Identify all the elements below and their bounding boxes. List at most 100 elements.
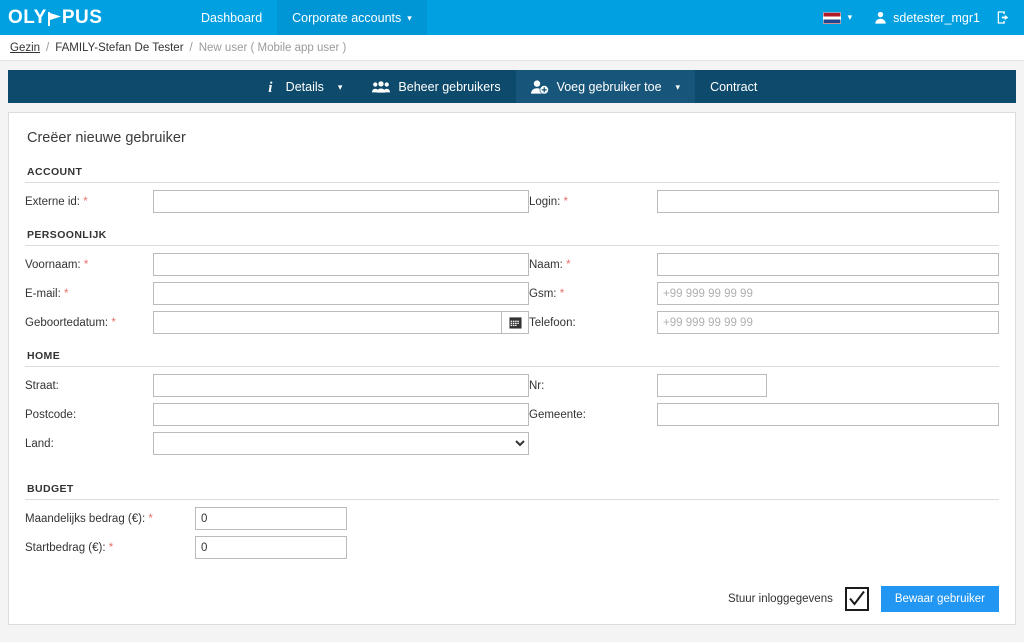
user-icon [874, 11, 887, 24]
field-group-gsm: Gsm: * [529, 282, 999, 305]
breadcrumb-separator: / [189, 41, 193, 54]
form-row-home-1: Straat: Nr: [25, 374, 999, 397]
field-group-email: E-mail: * [25, 282, 529, 305]
gsm-input[interactable] [657, 282, 999, 305]
brand-logo[interactable]: OLY PUS [0, 0, 186, 35]
field-group-maandelijks-bedrag: Maandelijks bedrag (€): * [25, 507, 529, 530]
subnav-item-voeg-gebruiker-toe-label: Voeg gebruiker toe [556, 79, 662, 94]
required-asterisk: * [83, 258, 89, 271]
field-group-externe-id: Externe id: * [25, 190, 529, 213]
chevron-down-icon: ▾ [675, 82, 681, 92]
label-land: Land: [25, 437, 54, 450]
form-row-home-3: Land: [25, 432, 999, 455]
field-group-login: Login: * [529, 190, 999, 213]
maandelijks-bedrag-stepper[interactable] [195, 507, 347, 530]
straat-input[interactable] [153, 374, 529, 397]
subnav-item-voeg-gebruiker-toe[interactable]: Voeg gebruiker toe ▾ [515, 70, 696, 103]
logout-icon [997, 11, 1009, 24]
subnav-item-contract-label: Contract [710, 79, 758, 94]
label-postcode: Postcode: [25, 408, 77, 421]
gemeente-input[interactable] [657, 403, 999, 426]
section-divider [25, 499, 999, 500]
top-nav-dashboard-label: Dashboard [201, 10, 263, 25]
brand-logo-text-left: OLY [8, 6, 47, 28]
users-icon [372, 80, 391, 94]
form-row-budget-1: Maandelijks bedrag (€): * [25, 507, 999, 530]
field-group-naam: Naam: * [529, 253, 999, 276]
breadcrumb: Gezin / FAMILY-Stefan De Tester / New us… [0, 35, 1024, 61]
required-asterisk: * [559, 287, 565, 300]
stuur-inloggegevens-checkbox[interactable] [844, 587, 869, 611]
bewaar-gebruiker-button[interactable]: Bewaar gebruiker [880, 586, 999, 612]
required-asterisk: * [148, 512, 153, 525]
stuur-inloggegevens-label: Stuur inloggegevens [728, 593, 833, 605]
page-title: Creëer nieuwe gebruiker [27, 130, 186, 146]
top-nav-dashboard[interactable]: Dashboard [186, 0, 277, 35]
section-heading-home: HOME [27, 350, 61, 362]
user-add-icon [530, 79, 549, 94]
naam-input[interactable] [657, 253, 999, 276]
startbedrag-stepper[interactable] [195, 536, 347, 559]
breadcrumb-item-family[interactable]: FAMILY-Stefan De Tester [55, 42, 183, 54]
user-name-label: sdetester_mgr1 [893, 10, 980, 25]
subnav-item-details[interactable]: i Details ▾ [252, 70, 358, 103]
login-input[interactable] [657, 190, 999, 213]
field-group-voornaam: Voornaam: * [25, 253, 529, 276]
nr-input[interactable] [657, 374, 767, 397]
breadcrumb-item-current: New user ( Mobile app user ) [198, 41, 347, 54]
chevron-down-icon: ▾ [847, 12, 853, 22]
section-heading-account: ACCOUNT [27, 166, 83, 178]
section-navigation: i Details ▾ Beheer gebruikers Voeg gebru… [8, 70, 1016, 103]
geboortedatum-input[interactable] [153, 311, 501, 334]
label-geboortedatum: Geboortedatum: * [25, 316, 116, 329]
required-asterisk: * [108, 541, 114, 554]
label-email: E-mail: * [25, 287, 69, 300]
field-group-nr: Nr: [529, 374, 999, 397]
required-asterisk: * [563, 195, 569, 208]
form-row-budget-2: Startbedrag (€): * [25, 536, 999, 559]
chevron-down-icon: ▾ [407, 13, 412, 23]
chevron-down-icon: ▾ [337, 82, 343, 92]
telefoon-input[interactable] [657, 311, 999, 334]
section-divider [25, 366, 999, 367]
field-group-startbedrag: Startbedrag (€): * [25, 536, 529, 559]
user-menu[interactable]: sdetester_mgr1 [860, 11, 990, 25]
label-gsm: Gsm: * [529, 287, 565, 300]
top-header-bar: OLY PUS Dashboard Corporate accounts ▾ ▾ [0, 0, 1024, 35]
olympus-flag-m-icon [47, 11, 62, 26]
breadcrumb-separator: / [46, 41, 50, 54]
label-straat: Straat: [25, 379, 59, 392]
email-input[interactable] [153, 282, 529, 305]
nl-flag-icon [822, 11, 841, 24]
voornaam-input[interactable] [153, 253, 529, 276]
field-group-telefoon: Telefoon: [529, 311, 999, 334]
externe-id-input[interactable] [153, 190, 529, 213]
land-select[interactable] [153, 432, 529, 455]
calendar-picker-button[interactable] [501, 311, 529, 334]
label-externe-id: Externe id: * [25, 195, 88, 208]
checkmark-icon [849, 590, 865, 606]
required-asterisk: * [111, 316, 116, 329]
top-nav-corporate-accounts[interactable]: Corporate accounts ▾ [277, 0, 427, 35]
field-group-straat: Straat: [25, 374, 529, 397]
subnav-item-beheer-gebruikers[interactable]: Beheer gebruikers [357, 70, 515, 103]
field-group-geboortedatum: Geboortedatum: * [25, 311, 529, 334]
brand-logo-text-right: PUS [61, 6, 103, 28]
label-gemeente: Gemeente: [529, 408, 586, 421]
top-navigation: Dashboard Corporate accounts ▾ [186, 0, 427, 35]
postcode-input[interactable] [153, 403, 529, 426]
subnav-item-contract[interactable]: Contract [695, 70, 772, 103]
page-body: i Details ▾ Beheer gebruikers Voeg gebru… [0, 61, 1024, 642]
calendar-icon [508, 317, 522, 329]
logout-button[interactable] [990, 10, 1016, 25]
form-row-home-2: Postcode: Gemeente: [25, 403, 999, 426]
required-asterisk: * [566, 258, 571, 271]
info-icon: i [267, 79, 278, 94]
maandelijks-bedrag-stepper-wrap [195, 507, 347, 530]
language-selector[interactable]: ▾ [815, 11, 861, 24]
breadcrumb-item-gezin[interactable]: Gezin [10, 42, 40, 54]
label-naam: Naam: * [529, 258, 571, 271]
field-group-land: Land: [25, 432, 529, 455]
startbedrag-stepper-wrap [195, 536, 347, 559]
form-row-persoonlijk-1: Voornaam: * Naam: * [25, 253, 999, 276]
